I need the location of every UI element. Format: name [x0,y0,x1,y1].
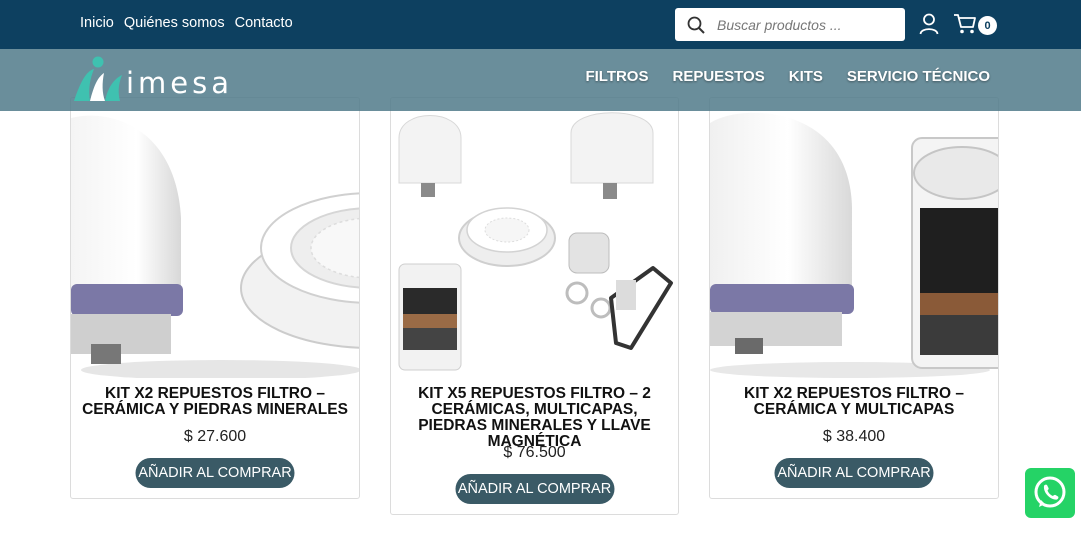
whatsapp-icon [1034,476,1066,508]
whatsapp-chat-button[interactable] [1025,468,1075,518]
cart-count-badge[interactable]: 0 [978,16,997,35]
user-account-icon[interactable] [919,13,939,40]
top-link-inicio[interactable]: Inicio [80,15,114,31]
product-image[interactable] [71,98,359,378]
nav-item-servicio-tecnico[interactable]: SERVICIO TÉCNICO [847,68,990,85]
top-links: Inicio Quiénes somos Contacto [80,15,293,31]
product-card[interactable]: KIT X2 REPUESTOS FILTRO – CERÁMICA Y MUL… [709,97,999,499]
main-nav: FILTROS REPUESTOS KITS SERVICIO TÉCNICO [585,68,990,85]
product-title[interactable]: KIT X2 REPUESTOS FILTRO – CERÁMICA Y MUL… [720,386,988,418]
product-price: $ 38.400 [822,428,886,445]
top-bar: Inicio Quiénes somos Contacto 0 [0,0,1081,49]
product-image[interactable] [710,98,998,378]
nav-item-repuestos[interactable]: REPUESTOS [672,68,764,85]
add-to-cart-button[interactable]: AÑADIR AL COMPRAR [455,474,614,504]
site-logo[interactable]: imesa [72,55,233,103]
product-image[interactable] [391,98,678,378]
logo-text: imesa [126,66,234,100]
product-title[interactable]: KIT X2 REPUESTOS FILTRO – CERÁMICA Y PIE… [81,386,349,418]
product-card[interactable]: KIT X5 REPUESTOS FILTRO – 2 CERÁMICAS, M… [390,97,679,515]
nav-item-kits[interactable]: KITS [789,68,823,85]
top-link-contacto[interactable]: Contacto [235,15,293,31]
shopping-cart-icon[interactable] [953,13,977,40]
product-title[interactable]: KIT X5 REPUESTOS FILTRO – 2 CERÁMICAS, M… [401,386,668,450]
product-price: $ 76.500 [503,444,566,461]
main-navbar: imesa FILTROS REPUESTOS KITS SERVICIO TÉ… [0,49,1081,111]
search-box[interactable] [675,8,905,41]
product-card[interactable]: KIT X2 REPUESTOS FILTRO – CERÁMICA Y PIE… [70,97,360,499]
add-to-cart-button[interactable]: AÑADIR AL COMPRAR [135,458,295,488]
nav-item-filtros[interactable]: FILTROS [585,68,648,85]
search-input[interactable] [717,16,897,33]
logo-mark-icon [74,56,122,101]
add-to-cart-button[interactable]: AÑADIR AL COMPRAR [774,458,934,488]
search-icon[interactable] [675,8,717,41]
product-price: $ 27.600 [183,428,247,445]
top-link-quienes-somos[interactable]: Quiénes somos [124,15,225,31]
